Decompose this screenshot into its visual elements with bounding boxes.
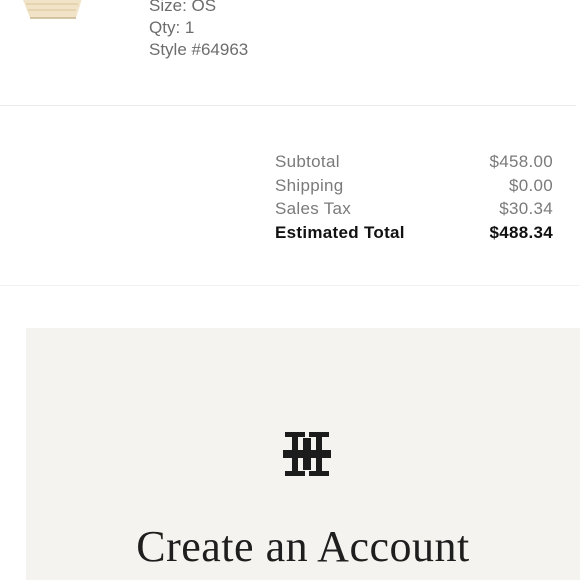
create-account-title[interactable]: Create an Account	[26, 521, 580, 572]
sales-tax-value: $30.34	[499, 199, 553, 218]
order-totals: Subtotal $458.00 Shipping $0.00 Sales Ta…	[275, 150, 553, 244]
shipping-value: $0.00	[508, 175, 553, 195]
handbag-thumbnail-image[interactable]	[18, 0, 86, 22]
sales-tax-label: Sales Tax	[275, 199, 352, 218]
sales-tax-row: Sales Tax $30.34	[275, 197, 553, 221]
item-qty: Qty: 1	[149, 18, 195, 37]
create-account-card[interactable]: Create an Account	[26, 328, 580, 580]
item-style: Style #64963	[149, 40, 249, 59]
section-divider	[0, 285, 580, 286]
item-size: Size: OS	[149, 0, 217, 15]
tory-burch-logo-icon	[281, 428, 333, 480]
subtotal-row: Subtotal $458.00	[275, 150, 553, 174]
subtotal-value: $458.00	[489, 152, 553, 171]
shipping-label: Shipping	[275, 175, 344, 195]
estimated-total-row: Estimated Total $488.34	[275, 221, 553, 245]
item-details: Size: OS Qty: 1 Style #64963	[149, 0, 248, 61]
estimated-total-label: Estimated Total	[275, 222, 405, 242]
order-confirmation-page: Size: OS Qty: 1 Style #64963 Subtotal $4…	[0, 0, 580, 580]
section-divider	[0, 105, 576, 106]
estimated-total-value: $488.34	[489, 222, 553, 242]
shipping-row: Shipping $0.00	[275, 174, 553, 198]
order-item: Size: OS Qty: 1 Style #64963	[0, 0, 580, 105]
subtotal-label: Subtotal	[275, 152, 340, 171]
